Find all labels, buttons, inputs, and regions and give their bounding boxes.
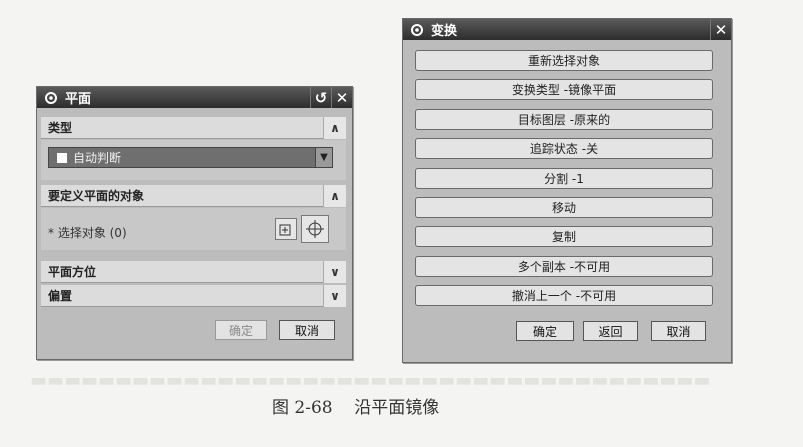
section-label: 平面方位 — [48, 265, 97, 279]
background-print: ▬▬▬▬▬▬▬▬▬▬▬▬▬▬▬▬▬▬▬▬▬▬▬▬▬▬▬▬▬▬▬▬▬▬▬▬▬▬▬▬ — [30, 370, 711, 391]
dialog-title: 变换 — [431, 24, 458, 39]
section-orientation-header[interactable]: 平面方位 ∨ — [41, 261, 346, 283]
section-type-header[interactable]: 类型 ∧ — [41, 117, 346, 139]
type-select[interactable]: 自动判断 ▼ — [48, 147, 333, 168]
option-subdivide[interactable]: 分割 -1 — [415, 167, 713, 189]
option-move[interactable]: 移动 — [415, 196, 713, 218]
option-target-layer[interactable]: 目标图层 -原来的 — [415, 108, 713, 130]
plane-dialog-titlebar[interactable]: 平面 ↺ ✕ — [37, 87, 352, 108]
select-object-label[interactable]: * 选择对象 (0) — [48, 224, 127, 241]
option-copy[interactable]: 复制 — [415, 226, 713, 248]
point-constructor-icon[interactable] — [301, 215, 329, 243]
close-icon[interactable]: ✕ — [710, 19, 731, 40]
add-point-icon[interactable] — [275, 218, 297, 240]
figure-caption: 图 2-68 沿平面镜像 — [272, 398, 440, 418]
section-offset-header[interactable]: 偏置 ∨ — [41, 285, 346, 307]
option-reselect-objects[interactable]: 重新选择对象 — [415, 50, 713, 71]
reset-icon[interactable]: ↺ — [310, 87, 331, 108]
chevron-up-icon[interactable]: ∧ — [323, 117, 346, 139]
transform-options-list: 重新选择对象 变换类型 -镜像平面 目标图层 -原来的 追踪状态 -关 分割 -… — [415, 50, 713, 315]
chevron-down-icon[interactable]: ▼ — [315, 148, 332, 167]
chevron-down-icon[interactable]: ∨ — [323, 285, 346, 307]
ok-button[interactable]: 确定 — [516, 321, 574, 341]
option-multiple-copies[interactable]: 多个副本 -不可用 — [415, 255, 713, 277]
transform-dialog: 变换 ✕ 重新选择对象 变换类型 -镜像平面 目标图层 -原来的 追踪状态 -关… — [402, 18, 732, 363]
chevron-up-icon[interactable]: ∧ — [323, 185, 346, 207]
cancel-button[interactable]: 取消 — [279, 320, 335, 340]
plane-dialog: 平面 ↺ ✕ 类型 ∧ 自动判断 ▼ 要定义平面的对象 ∧ * 选择对象 (0)… — [36, 86, 353, 360]
type-select-value: 自动判断 — [73, 151, 122, 165]
chevron-down-icon[interactable]: ∨ — [323, 261, 346, 283]
cancel-button[interactable]: 取消 — [651, 321, 706, 341]
section-label: 要定义平面的对象 — [48, 189, 145, 203]
option-transform-type[interactable]: 变换类型 -镜像平面 — [415, 79, 713, 101]
section-objects-header[interactable]: 要定义平面的对象 ∧ — [41, 185, 346, 207]
transform-dialog-titlebar[interactable]: 变换 ✕ — [403, 19, 731, 40]
section-label: 偏置 — [48, 289, 73, 303]
back-button[interactable]: 返回 — [583, 321, 638, 341]
option-undo-last[interactable]: 撤消上一个 -不可用 — [415, 285, 713, 307]
gear-icon — [43, 90, 59, 106]
close-icon[interactable]: ✕ — [331, 87, 352, 108]
gear-icon — [409, 22, 425, 38]
section-label: 类型 — [48, 121, 73, 135]
ok-button[interactable]: 确定 — [215, 320, 267, 340]
dialog-title: 平面 — [65, 92, 92, 107]
option-trace-status[interactable]: 追踪状态 -关 — [415, 138, 713, 160]
plane-type-icon — [57, 152, 67, 163]
